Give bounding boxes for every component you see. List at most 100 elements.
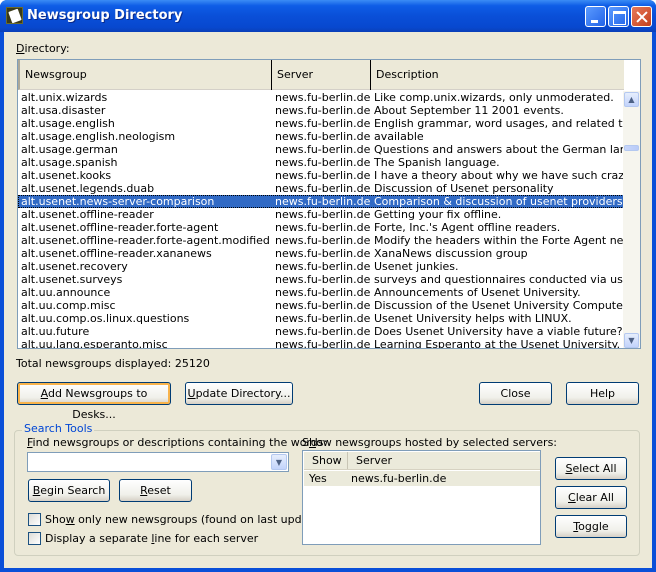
description-cell: Learning Esperanto at the Usenet Univers… (374, 338, 621, 349)
newsgroup-cell: alt.usenet.offline-reader.forte-agent.mo… (21, 234, 270, 247)
toggle-label: oggle (578, 520, 609, 533)
close-button[interactable]: Close (479, 382, 552, 405)
directory-scrollbar[interactable]: ▲ ▼ (623, 91, 640, 348)
server-row[interactable]: Yes news.fu-berlin.de (304, 471, 540, 486)
server-cell: news.fu-berlin.de (275, 234, 371, 247)
newsgroup-cell: alt.usenet.offline-reader.xananews (21, 247, 212, 260)
description-cell: Getting your fix offline. (374, 208, 502, 221)
servers-list-header: Show Server (304, 452, 540, 470)
newsgroup-cell: alt.usenet.news-server-comparison (21, 195, 215, 208)
servers-list[interactable]: Show Server Yes news.fu-berlin.de (302, 450, 541, 545)
description-cell: surveys and questionnaires conducted via… (374, 273, 624, 286)
scroll-thumb[interactable] (624, 145, 639, 151)
reset-button[interactable]: Reset (119, 479, 192, 502)
column-header-description[interactable]: Description (371, 60, 624, 90)
find-words-combobox[interactable]: ▼ (27, 452, 289, 472)
separate-line-label[interactable]: Display a separate line for each server (45, 532, 258, 545)
description-cell: Modify the headers within the Forte Agen… (374, 234, 624, 247)
find-label-text: ind newsgroups or descriptions containin… (32, 436, 328, 449)
directory-row[interactable]: alt.uu.future news.fu-berlin.de Does Usene… (18, 325, 624, 338)
directory-row[interactable]: alt.usenet.offline-reader.forte-agent.mo… (18, 234, 624, 247)
label-part: Display a separate (45, 532, 152, 545)
update-directory-label: pdate Directory... (195, 387, 291, 400)
directory-row[interactable]: alt.uu.announce news.fu-berlin.de Announce… (18, 286, 624, 299)
newsgroup-cell: alt.uu.comp.os.linux.questions (21, 312, 190, 325)
description-cell: Questions and answers about the German l… (374, 143, 624, 156)
search-tools-title: Search Tools (22, 422, 95, 435)
directory-row[interactable]: alt.uu.lang.esperanto.misc news.fu-berlin… (18, 338, 624, 349)
server-cell: news.fu-berlin.de (275, 117, 371, 130)
show-new-only-label[interactable]: Show only new newsgroups (found on last … (45, 513, 324, 526)
directory-row[interactable]: alt.usage.english.neologism news.fu-berli… (18, 130, 624, 143)
server-cell: news.fu-berlin.de (275, 104, 371, 117)
minimize-button[interactable] (585, 6, 606, 27)
column-header-server[interactable]: Server (348, 452, 538, 469)
description-cell: Discussion of Usenet personality (374, 182, 554, 195)
total-newsgroups-label: Total newsgroups displayed: 25120 (16, 357, 210, 370)
directory-row[interactable]: alt.usage.english news.fu-berlin.de Englis… (18, 117, 624, 130)
directory-row[interactable]: alt.usage.german news.fu-berlin.de Questio… (18, 143, 624, 156)
column-header-server[interactable]: Server (272, 60, 371, 90)
server-cell: news.fu-berlin.de (275, 169, 371, 182)
description-cell: Usenet junkies. (374, 260, 459, 273)
accel: C (568, 491, 576, 504)
directory-row[interactable]: alt.usenet.offline-reader.xananews news.f… (18, 247, 624, 260)
clear-all-label: lear All (575, 491, 614, 504)
directory-row[interactable]: alt.usenet.kooks news.fu-berlin.de I have … (18, 169, 624, 182)
server-cell: news.fu-berlin.de (275, 195, 371, 208)
label-part: ow newsgroups hosted by selected servers… (315, 436, 558, 449)
newsgroup-cell: alt.usenet.offline-reader (21, 208, 154, 221)
scroll-up-icon: ▲ (628, 95, 635, 104)
directory-row[interactable]: alt.usenet.offline-reader news.fu-berlin.… (18, 208, 624, 221)
toggle-button[interactable]: Toggle (555, 515, 627, 538)
find-label: Find newsgroups or descriptions containi… (27, 436, 327, 449)
directory-row[interactable]: alt.unix.wizards news.fu-berlin.de Like co… (18, 91, 624, 104)
clear-all-button[interactable]: Clear All (555, 486, 627, 509)
dialog-body: Directory: Newsgroup Server Description … (4, 32, 652, 568)
server-cell: news.fu-berlin.de (275, 208, 371, 221)
description-cell: Does Usenet University have a viable fut… (374, 325, 623, 338)
server-cell: news.fu-berlin.de (275, 260, 371, 273)
combo-dropdown-button[interactable]: ▼ (271, 454, 287, 470)
newsgroup-cell: alt.usage.english.neologism (21, 130, 176, 143)
newsgroup-cell: alt.uu.future (21, 325, 90, 338)
maximize-button[interactable] (608, 6, 629, 27)
server-name: news.fu-berlin.de (351, 472, 447, 485)
directory-row[interactable]: alt.usenet.surveys news.fu-berlin.de surve… (18, 273, 624, 286)
description-cell: I have a theory about why we have such c… (374, 169, 624, 182)
directory-row[interactable]: alt.usenet.recovery news.fu-berlin.de Usen… (18, 260, 624, 273)
begin-search-button[interactable]: Begin Search (28, 479, 110, 502)
select-all-button[interactable]: Select All (555, 457, 627, 480)
add-newsgroups-button[interactable]: Add Newsgroups to Desks... (17, 382, 171, 421)
newsgroup-cell: alt.uu.comp.misc (21, 299, 116, 312)
column-header-show[interactable]: Show (304, 452, 348, 469)
newsgroup-cell: alt.uu.lang.esperanto.misc (21, 338, 168, 349)
directory-row[interactable]: alt.usenet.news-server-comparison news.fu… (18, 195, 624, 208)
server-cell: news.fu-berlin.de (275, 338, 371, 349)
server-cell: news.fu-berlin.de (275, 156, 371, 169)
title-bar[interactable]: Newsgroup Directory (0, 0, 656, 32)
update-directory-button[interactable]: Update Directory... (185, 382, 293, 405)
newsgroup-cell: alt.usenet.recovery (21, 260, 128, 273)
close-window-button[interactable] (631, 6, 652, 27)
directory-row[interactable]: alt.uu.comp.misc news.fu-berlin.de Discuss… (18, 299, 624, 312)
directory-row[interactable]: alt.usage.spanish news.fu-berlin.de The Sp… (18, 156, 624, 169)
separate-line-checkbox[interactable] (28, 532, 41, 545)
app-icon (6, 7, 23, 24)
help-button[interactable]: Help (566, 382, 639, 405)
directory-row[interactable]: alt.usa.disaster news.fu-berlin.de About S… (18, 104, 624, 117)
scroll-down-button[interactable]: ▼ (624, 333, 639, 348)
description-cell: Like comp.unix.wizards, only unmoderated… (374, 91, 614, 104)
newsgroup-directory-window: Newsgroup Directory Directory: Newsgroup… (0, 0, 656, 572)
newsgroup-cell: alt.usenet.legends.duab (21, 182, 155, 195)
directory-row[interactable]: alt.usenet.offline-reader.forte-agent new… (18, 221, 624, 234)
newsgroup-cell: alt.usage.german (21, 143, 118, 156)
column-header-newsgroup[interactable]: Newsgroup (20, 60, 272, 90)
description-cell: Usenet University helps with LINUX. (374, 312, 572, 325)
directory-row[interactable]: alt.uu.comp.os.linux.questions news.fu-be… (18, 312, 624, 325)
show-new-only-checkbox[interactable] (28, 513, 41, 526)
directory-row[interactable]: alt.usenet.legends.duab news.fu-berlin.de… (18, 182, 624, 195)
scroll-up-button[interactable]: ▲ (624, 92, 639, 107)
description-cell: English grammar, word usages, and relate… (374, 117, 624, 130)
directory-list[interactable]: Newsgroup Server Description alt.unix.wi… (17, 59, 641, 349)
